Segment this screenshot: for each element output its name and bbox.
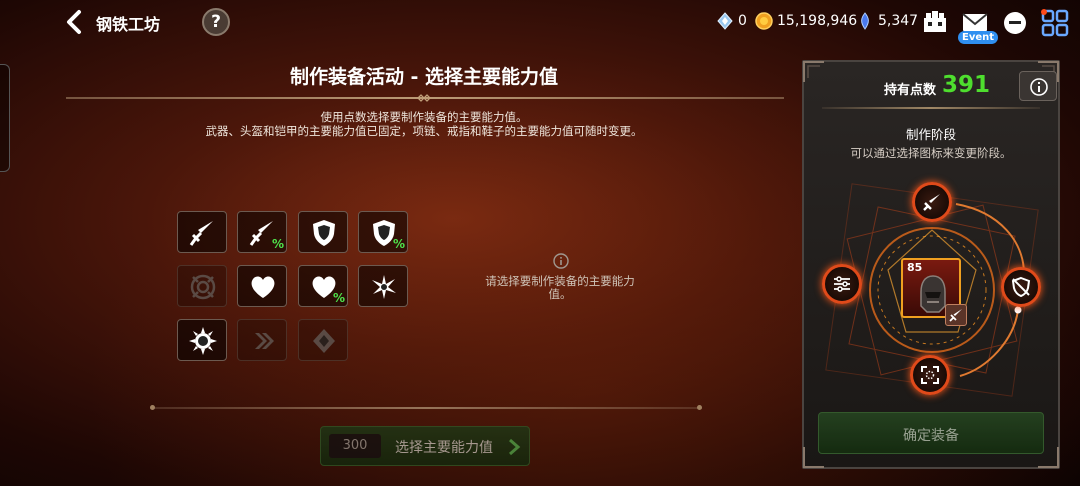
chevron-left-icon	[67, 10, 81, 34]
heart-icon	[251, 276, 275, 298]
crystal-diamond-icon	[313, 329, 335, 353]
divider-ornament-icon	[417, 94, 431, 102]
stat-defense-percent[interactable]: %	[358, 211, 408, 253]
crystal-value: 0	[738, 13, 747, 29]
points-value: 391	[942, 72, 991, 98]
stat-defense[interactable]	[298, 211, 348, 253]
chevron-right-icon	[509, 438, 521, 456]
panel-divider	[822, 107, 1040, 109]
stage-title: 制作阶段	[905, 127, 956, 142]
stat-crit[interactable]	[358, 265, 408, 307]
sword-icon	[949, 309, 962, 322]
gem-value: 5,347	[878, 13, 919, 29]
select-stat-button[interactable]: 300 选择主要能力值	[320, 426, 530, 466]
description: 使用点数选择要制作装备的主要能力值。 武器、头盔和铠甲的主要能力值已固定，项链、…	[64, 110, 784, 138]
stat-effect[interactable]	[298, 319, 348, 361]
stat-crit-damage[interactable]	[177, 319, 227, 361]
select-cost: 300	[329, 434, 381, 458]
sword-icon	[189, 221, 213, 246]
burst-icon	[372, 275, 396, 299]
target-icon	[190, 274, 216, 300]
stat-health[interactable]	[237, 265, 287, 307]
sword-icon	[923, 194, 940, 211]
stat-attack[interactable]	[177, 211, 227, 253]
info-icon	[1030, 78, 1048, 96]
guild-icon[interactable]	[920, 8, 950, 38]
event-badge: Event	[958, 31, 999, 44]
percent-label: %	[271, 237, 284, 251]
main-title: 制作装备活动 - 选择主要能力值	[289, 66, 559, 88]
back-button[interactable]	[62, 9, 88, 35]
spiked-ring-icon	[189, 327, 217, 355]
select-label: 选择主要能力值	[395, 440, 493, 456]
help-button[interactable]: ?	[202, 8, 230, 36]
stage-node-focus[interactable]	[910, 355, 950, 395]
bottom-divider	[150, 405, 702, 410]
crystal-icon	[717, 12, 733, 30]
percent-label: %	[332, 291, 345, 305]
stage-description: 可以通过选择图标来变更阶段。	[850, 146, 1012, 160]
stat-attack-percent[interactable]: %	[237, 211, 287, 253]
sliders-icon	[834, 276, 850, 292]
item-level: 85	[907, 261, 923, 274]
description-line-1: 使用点数选择要制作装备的主要能力值。	[320, 110, 528, 124]
top-bar: 钢铁工坊 ? 0 15,198,946 5,347 Event	[0, 0, 1080, 44]
selection-hint: 请选择要制作装备的主要能力值。	[485, 274, 635, 301]
stage-node-weapon[interactable]	[912, 182, 952, 222]
shield-icon	[313, 220, 335, 246]
corner-ornament-icon	[803, 61, 824, 82]
chat-icon[interactable]	[1000, 8, 1030, 38]
shield-off-icon	[1011, 276, 1031, 298]
gem-counter[interactable]: 5,347	[856, 12, 918, 30]
description-line-2: 武器、头盔和铠甲的主要能力值已固定，项链、戒指和鞋子的主要能力值可随时变更。	[205, 124, 643, 138]
confirm-label: 确定装备	[903, 428, 959, 444]
stage-node-options[interactable]	[822, 264, 862, 304]
blue-gem-icon	[861, 12, 869, 30]
stat-health-percent[interactable]: %	[298, 265, 348, 307]
stage-node-armor[interactable]	[1001, 267, 1041, 307]
confirm-equipment-button[interactable]: 确定装备	[818, 412, 1044, 454]
page-title: 钢铁工坊	[96, 15, 161, 34]
double-arrow-icon	[255, 333, 274, 349]
stat-accuracy[interactable]	[177, 265, 227, 307]
info-button[interactable]	[1019, 71, 1057, 101]
side-drawer-handle[interactable]	[0, 64, 10, 172]
focus-frame-icon	[921, 366, 939, 384]
crystal-counter[interactable]: 0	[716, 12, 747, 30]
menu-grid-icon[interactable]	[1040, 8, 1070, 38]
percent-label: %	[392, 237, 405, 251]
gold-coin-icon	[755, 12, 773, 30]
stat-speed[interactable]	[237, 319, 287, 361]
gold-value: 15,198,946	[777, 13, 858, 29]
gold-counter[interactable]: 15,198,946	[755, 12, 857, 30]
points-label: 持有点数	[884, 83, 937, 98]
item-type-badge	[945, 304, 967, 326]
info-icon	[553, 253, 569, 269]
